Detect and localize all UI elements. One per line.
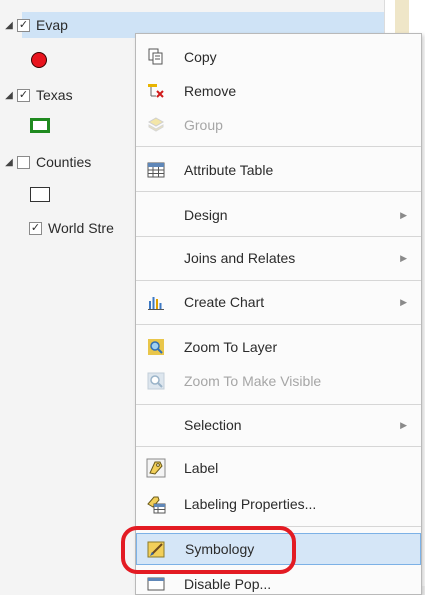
submenu-arrow-icon: ▶: [400, 296, 407, 307]
submenu-arrow-icon: ▶: [400, 419, 407, 430]
menu-separator: [136, 324, 421, 325]
group-icon: [146, 115, 166, 135]
zoom-visible-icon: [146, 371, 166, 391]
layer-visibility-checkbox[interactable]: ✓: [29, 221, 42, 235]
layer-counties[interactable]: ◢ Counties: [4, 151, 91, 173]
layer-name: Counties: [36, 154, 92, 170]
menu-item-disable-popups[interactable]: Disable Pop...: [136, 574, 421, 594]
menu-item-remove[interactable]: Remove: [136, 76, 421, 106]
expand-arrow-icon[interactable]: ◢: [4, 157, 14, 168]
popup-icon: [146, 574, 166, 594]
menu-item-label: Symbology: [185, 541, 255, 557]
submenu-arrow-icon: ▶: [400, 252, 407, 263]
menu-item-label: Joins and Relates: [184, 250, 296, 266]
menu-item-label: Disable Pop...: [184, 576, 272, 592]
zoom-icon: [146, 337, 166, 357]
menu-item-design[interactable]: Design ▶: [136, 200, 421, 230]
symbology-icon: [147, 539, 167, 559]
point-symbol-icon[interactable]: [31, 52, 47, 68]
copy-icon: [146, 47, 166, 67]
polygon-symbol-icon[interactable]: [30, 118, 50, 133]
layer-texas[interactable]: ◢ ✓ Texas: [4, 84, 73, 106]
menu-separator: [136, 404, 421, 405]
layer-name: Texas: [36, 87, 73, 103]
layer-visibility-checkbox[interactable]: ✓: [17, 18, 30, 32]
layer-world-street[interactable]: ✓ World Stre: [4, 217, 114, 239]
menu-separator: [136, 191, 421, 192]
menu-item-labeling-properties[interactable]: Labeling Properties...: [136, 489, 421, 519]
menu-item-create-chart[interactable]: Create Chart ▶: [136, 287, 421, 317]
layer-name: World Stre: [48, 220, 114, 236]
menu-item-zoom-to-make-visible: Zoom To Make Visible: [136, 366, 421, 396]
menu-item-label: Create Chart: [184, 294, 265, 310]
menu-item-label: Group: [184, 117, 223, 133]
layer-visibility-checkbox[interactable]: [17, 155, 30, 169]
polygon-symbol-icon[interactable]: [30, 187, 50, 202]
menu-item-zoom-to-layer[interactable]: Zoom To Layer: [136, 332, 421, 362]
menu-item-selection[interactable]: Selection ▶: [136, 410, 421, 440]
menu-item-joins-and-relates[interactable]: Joins and Relates ▶: [136, 243, 421, 273]
layer-evap[interactable]: ◢ ✓ Evap: [4, 14, 68, 36]
menu-separator: [136, 280, 421, 281]
menu-item-label: Zoom To Make Visible: [184, 373, 322, 389]
layer-name: Evap: [36, 17, 68, 33]
table-icon: [146, 160, 166, 180]
menu-separator: [136, 446, 421, 447]
menu-separator: [136, 526, 421, 527]
labeling-properties-icon: [146, 494, 166, 514]
menu-item-label-layer[interactable]: Label: [136, 453, 421, 483]
layer-visibility-checkbox[interactable]: ✓: [17, 88, 30, 102]
expand-arrow-icon[interactable]: ◢: [4, 20, 14, 31]
menu-item-label: Copy: [184, 49, 217, 65]
menu-item-label: Attribute Table: [184, 162, 274, 178]
menu-item-group: Group: [136, 110, 421, 140]
menu-item-label: Design: [184, 207, 228, 223]
menu-item-label: Label: [184, 460, 219, 476]
remove-icon: [146, 81, 166, 101]
menu-item-label: Remove: [184, 83, 237, 99]
menu-separator: [136, 236, 421, 237]
chart-icon: [146, 292, 166, 312]
menu-separator: [136, 146, 421, 147]
menu-item-label: Zoom To Layer: [184, 339, 278, 355]
menu-item-attribute-table[interactable]: Attribute Table: [136, 155, 421, 185]
expand-arrow-icon[interactable]: ◢: [4, 90, 14, 101]
submenu-arrow-icon: ▶: [400, 209, 407, 220]
label-icon: [146, 458, 166, 478]
menu-item-label: Selection: [184, 417, 242, 433]
menu-item-label: Labeling Properties...: [184, 496, 317, 512]
menu-item-symbology[interactable]: Symbology: [136, 533, 421, 565]
menu-item-copy[interactable]: Copy: [136, 42, 421, 72]
layer-context-menu: Copy Remove Group Attribute Table Design…: [135, 33, 422, 595]
